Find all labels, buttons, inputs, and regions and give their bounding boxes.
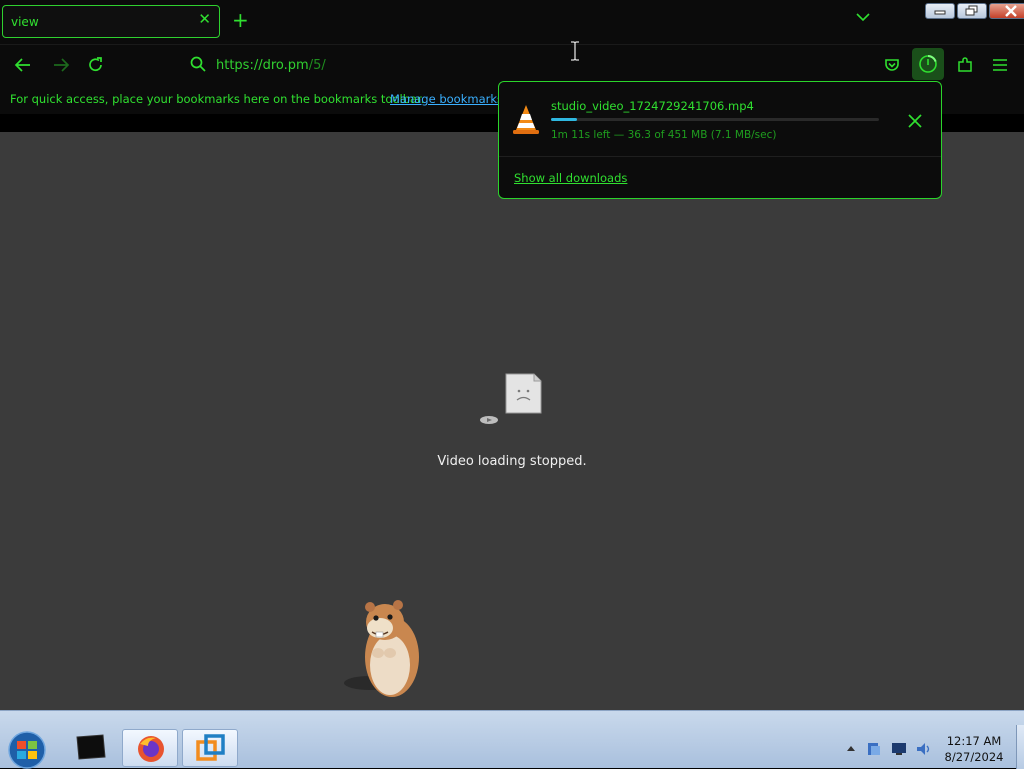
- download-progress-fill: [551, 118, 578, 121]
- clock-time: 12:17 AM: [946, 734, 1002, 748]
- tab-title: view: [11, 15, 39, 29]
- chevron-down-icon[interactable]: [856, 12, 870, 22]
- extensions-puzzle-icon[interactable]: [956, 56, 974, 74]
- tab-view[interactable]: view ✕: [2, 5, 220, 38]
- panel-separator: [499, 156, 941, 157]
- pocket-icon[interactable]: [884, 57, 900, 73]
- clock-date: 8/27/2024: [944, 750, 1004, 764]
- download-progress-bar: [551, 118, 879, 121]
- restore-button[interactable]: [957, 3, 987, 19]
- vlc-icon: [513, 105, 539, 134]
- minimize-icon: [934, 10, 946, 15]
- url-field[interactable]: https://dro.pm/5/: [216, 58, 326, 73]
- download-progress-icon: [919, 55, 937, 73]
- taskbar-app-terminal[interactable]: [62, 729, 118, 767]
- minimize-button[interactable]: [925, 3, 955, 19]
- reload-icon[interactable]: [87, 56, 105, 74]
- close-window-button[interactable]: [989, 3, 1024, 19]
- restore-icon: [965, 5, 978, 16]
- taskbar-app-vmware[interactable]: [182, 729, 238, 767]
- text-cursor-icon: [571, 41, 579, 61]
- forward-arrow-icon[interactable]: [52, 56, 70, 74]
- vmware-icon: [196, 734, 225, 761]
- bookmarks-message: For quick access, place your bookmarks h…: [10, 92, 425, 106]
- network-icon[interactable]: [866, 741, 882, 757]
- tab-close-icon[interactable]: ✕: [198, 12, 211, 27]
- video-status-message: Video loading stopped.: [437, 454, 587, 469]
- show-all-downloads-link[interactable]: Show all downloads: [514, 171, 627, 185]
- broken-video-icon: [480, 373, 542, 424]
- firefox-icon: [138, 736, 164, 762]
- download-status: 1m 11s left — 36.3 of 451 MB (7.1 MB/sec…: [551, 129, 777, 141]
- url-path: /5/: [308, 58, 326, 73]
- search-icon: [190, 56, 206, 72]
- cancel-download-icon[interactable]: [908, 114, 922, 128]
- display-icon[interactable]: [891, 742, 907, 756]
- close-icon: [1004, 5, 1017, 17]
- volume-icon[interactable]: [915, 741, 931, 757]
- tab-strip: view ✕ +: [0, 0, 1024, 44]
- taskbar: 12:17 AM 8/27/2024: [0, 710, 1024, 769]
- start-orb-icon[interactable]: [6, 731, 48, 769]
- url-host: https://dro.pm: [216, 58, 309, 73]
- taskbar-app-firefox[interactable]: [122, 729, 178, 767]
- new-tab-button[interactable]: +: [232, 10, 249, 30]
- hamster-image: [344, 600, 419, 697]
- manage-bookmarks-link[interactable]: Manage bookmarks...: [390, 92, 514, 106]
- back-arrow-icon[interactable]: [14, 56, 32, 74]
- downloads-panel: studio_video_1724729241706.mp4 1m 11s le…: [498, 81, 942, 199]
- show-desktop-button[interactable]: [1016, 725, 1024, 769]
- download-filename: studio_video_1724729241706.mp4: [551, 99, 754, 113]
- show-hidden-icons-icon[interactable]: [846, 744, 856, 752]
- taskbar-clock[interactable]: 12:17 AM 8/27/2024: [936, 733, 1012, 765]
- window-controls: [925, 3, 1024, 20]
- downloads-button[interactable]: [912, 48, 944, 80]
- menu-icon[interactable]: [992, 58, 1008, 72]
- terminal-window-icon: [76, 734, 106, 760]
